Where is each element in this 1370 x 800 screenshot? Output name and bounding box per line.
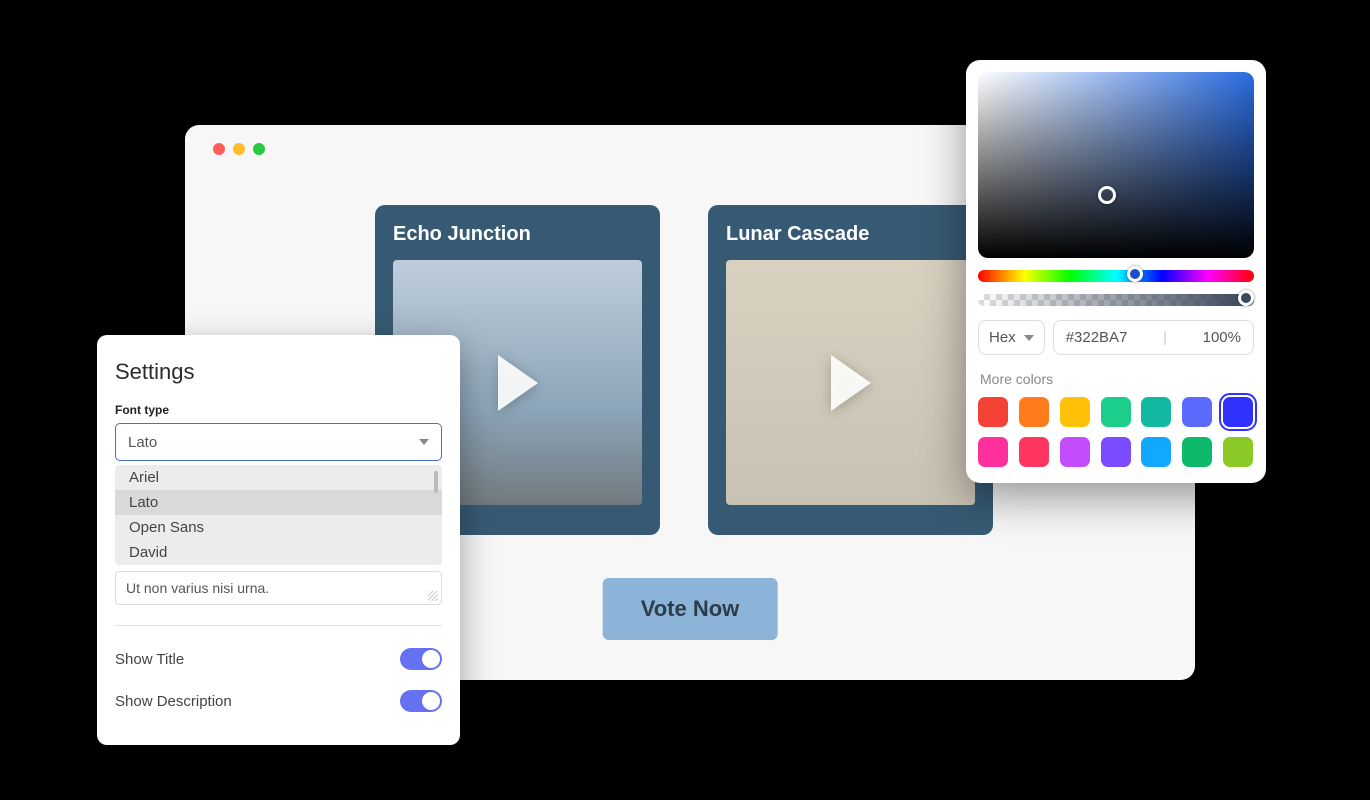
- color-swatch[interactable]: [1141, 397, 1171, 427]
- color-format-select[interactable]: Hex: [978, 320, 1045, 355]
- color-swatch[interactable]: [1060, 437, 1090, 467]
- show-title-label: Show Title: [115, 651, 184, 668]
- alpha-knob[interactable]: [1238, 290, 1254, 306]
- maximize-window-dot[interactable]: [253, 143, 265, 155]
- hex-input[interactable]: #322BA7 | 100%: [1053, 320, 1254, 355]
- opacity-value: 100%: [1203, 329, 1241, 346]
- gradient-cursor[interactable]: [1098, 186, 1116, 204]
- hue-slider[interactable]: [978, 270, 1254, 282]
- resize-handle-icon[interactable]: [428, 591, 438, 601]
- show-description-label: Show Description: [115, 693, 232, 710]
- description-textarea[interactable]: Ut non varius nisi urna.: [115, 571, 442, 605]
- more-colors-label: More colors: [980, 371, 1254, 387]
- play-icon[interactable]: [831, 355, 871, 411]
- color-swatch[interactable]: [1101, 397, 1131, 427]
- video-card: Lunar Cascade: [708, 205, 993, 535]
- show-description-row: Show Description: [115, 680, 442, 722]
- chevron-down-icon: [1024, 335, 1034, 341]
- color-swatch[interactable]: [978, 437, 1008, 467]
- card-media[interactable]: [726, 260, 975, 505]
- settings-panel: Settings Font type Lato Ariel Lato Open …: [97, 335, 460, 745]
- color-picker-panel: Hex #322BA7 | 100% More colors: [966, 60, 1266, 483]
- font-option[interactable]: Lato: [115, 490, 442, 515]
- font-option[interactable]: Ariel: [115, 465, 442, 490]
- font-option[interactable]: David: [115, 540, 442, 565]
- color-swatch[interactable]: [978, 397, 1008, 427]
- format-value: Hex: [989, 329, 1016, 346]
- close-window-dot[interactable]: [213, 143, 225, 155]
- font-dropdown-list: Ariel Lato Open Sans David: [115, 465, 442, 565]
- minimize-window-dot[interactable]: [233, 143, 245, 155]
- font-select-value: Lato: [128, 434, 157, 451]
- value-divider: |: [1163, 329, 1167, 346]
- color-swatch[interactable]: [1019, 397, 1049, 427]
- color-value-row: Hex #322BA7 | 100%: [978, 320, 1254, 355]
- color-swatch[interactable]: [1182, 397, 1212, 427]
- hex-value: #322BA7: [1066, 329, 1128, 346]
- dropdown-scrollbar[interactable]: [434, 471, 438, 493]
- font-type-label: Font type: [115, 403, 442, 417]
- font-option[interactable]: Open Sans: [115, 515, 442, 540]
- chevron-down-icon: [419, 439, 429, 445]
- color-gradient-area[interactable]: [978, 72, 1254, 258]
- font-type-select[interactable]: Lato: [115, 423, 442, 461]
- play-icon[interactable]: [498, 355, 538, 411]
- color-swatch[interactable]: [1101, 437, 1131, 467]
- color-swatch[interactable]: [1141, 437, 1171, 467]
- color-swatch[interactable]: [1223, 397, 1253, 427]
- show-title-toggle[interactable]: [400, 648, 442, 670]
- show-title-row: Show Title: [115, 638, 442, 680]
- color-swatch[interactable]: [1060, 397, 1090, 427]
- swatch-grid: [978, 397, 1254, 467]
- card-title: Lunar Cascade: [726, 223, 975, 246]
- color-swatch[interactable]: [1182, 437, 1212, 467]
- divider: [115, 625, 442, 626]
- alpha-slider[interactable]: [978, 294, 1254, 306]
- settings-title: Settings: [115, 359, 442, 385]
- color-swatch[interactable]: [1019, 437, 1049, 467]
- vote-now-button[interactable]: Vote Now: [603, 578, 778, 640]
- hue-knob[interactable]: [1127, 266, 1143, 282]
- textarea-value: Ut non varius nisi urna.: [126, 580, 269, 596]
- show-description-toggle[interactable]: [400, 690, 442, 712]
- color-swatch[interactable]: [1223, 437, 1253, 467]
- card-title: Echo Junction: [393, 223, 642, 246]
